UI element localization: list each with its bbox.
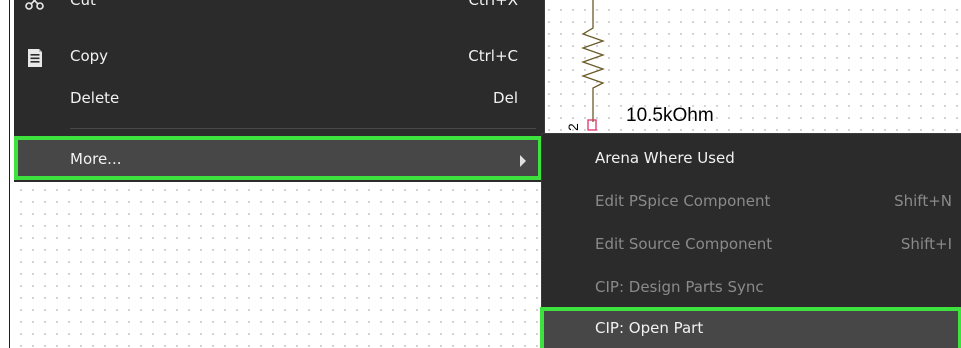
schematic-canvas[interactable]: 2 10.5kOhm Cut Ctrl+X Copy Ctrl+C Delete… [0, 0, 961, 348]
menu-item-cut[interactable]: Cut Ctrl+X [14, 0, 544, 20]
submenu-item-label: Edit PSpice Component [595, 192, 771, 210]
menu-item-label: Copy [70, 47, 109, 65]
menu-item-delete[interactable]: Delete Del [14, 80, 544, 118]
scissors-icon [24, 0, 46, 13]
submenu-item-label: Arena Where Used [595, 149, 735, 167]
submenu-item-cip-design-parts-sync: CIP: Design Parts Sync [542, 266, 961, 308]
menu-item-shortcut: Ctrl+X [468, 0, 518, 9]
resistor-pin-number: 2 [565, 123, 581, 131]
menu-item-label: Delete [70, 89, 120, 107]
menu-item-more[interactable]: More... [14, 136, 542, 180]
submenu-item-edit-source-component: Edit Source Component Shift+I [542, 223, 961, 265]
submenu-item-edit-pspice-component: Edit PSpice Component Shift+N [542, 180, 961, 222]
submenu-item-arena-where-used[interactable]: Arena Where Used [542, 137, 961, 179]
menu-item-copy[interactable]: Copy Ctrl+C [14, 38, 544, 76]
resistor-pin-marker [587, 119, 597, 131]
context-menu: Cut Ctrl+X Copy Ctrl+C Delete Del More..… [14, 0, 545, 182]
submenu-item-shortcut: Shift+N [894, 192, 952, 210]
menu-item-shortcut: Ctrl+C [468, 47, 518, 65]
submenu-item-shortcut: Shift+I [900, 235, 952, 253]
submenu-item-label: CIP: Design Parts Sync [595, 278, 764, 296]
resistor-value-label: 10.5kOhm [626, 105, 714, 126]
copy-icon [24, 47, 46, 69]
submenu-arrow-icon [520, 155, 526, 167]
menu-item-label: Cut [70, 0, 96, 9]
submenu-item-label: Edit Source Component [595, 235, 773, 253]
more-submenu: Arena Where Used Edit PSpice Component S… [540, 133, 961, 348]
menu-separator [70, 128, 536, 129]
menu-item-shortcut: Del [493, 89, 518, 107]
submenu-item-cip-open-part[interactable]: CIP: Open Part [540, 307, 961, 348]
resistor-symbol [581, 0, 605, 122]
menu-item-label: More... [70, 150, 122, 168]
submenu-item-label: CIP: Open Part [595, 319, 704, 337]
